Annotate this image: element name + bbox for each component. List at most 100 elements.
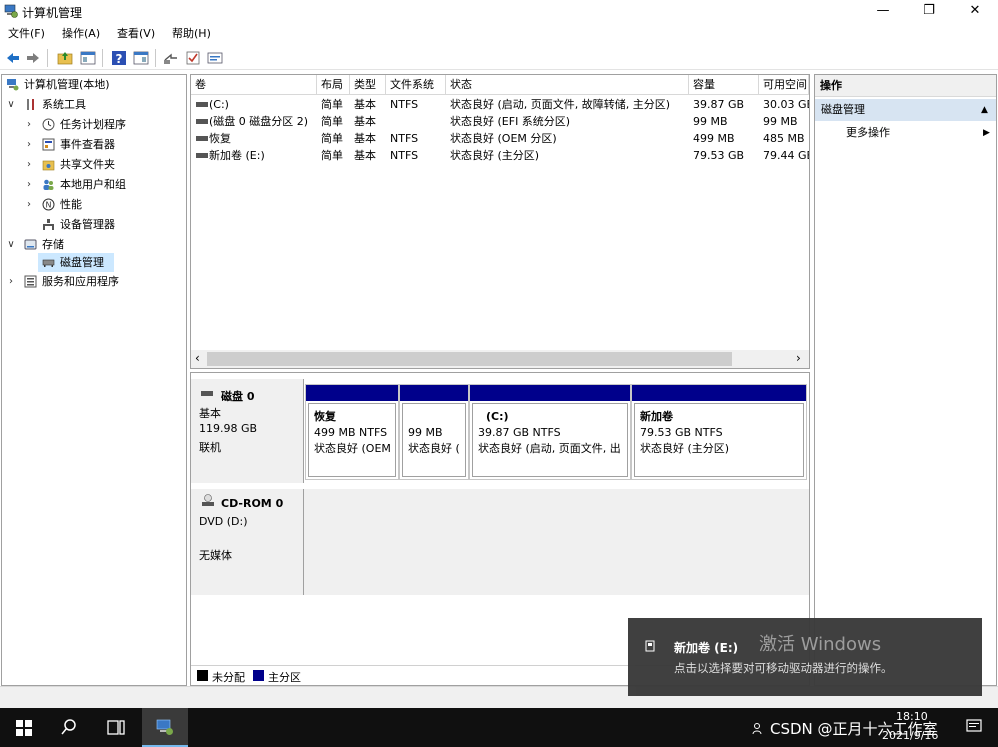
- column-header-status[interactable]: 状态: [446, 75, 689, 95]
- cdrom-0-label[interactable]: CD-ROM 0 DVD (D:) 无媒体: [191, 489, 304, 595]
- menu-action[interactable]: 操作(A): [62, 25, 100, 41]
- section-label: 磁盘管理: [821, 103, 865, 116]
- volume-layout: 简单: [321, 98, 343, 111]
- tree-item-services[interactable]: › 服务和应用程序: [2, 272, 186, 291]
- partition-efi[interactable]: 99 MB 状态良好 (: [399, 384, 469, 480]
- chevron-down-icon[interactable]: ∨: [6, 95, 16, 114]
- tree-item-system-tools[interactable]: ∨ 系统工具: [2, 95, 186, 114]
- notification-icon[interactable]: [966, 719, 982, 735]
- checklist-icon[interactable]: [185, 50, 201, 66]
- tree-item-local-users[interactable]: › 本地用户和组: [2, 175, 186, 194]
- partition-c[interactable]: (C:) 39.87 GB NTFS 状态良好 (启动, 页面文件, 出: [469, 384, 631, 480]
- menu-view[interactable]: 查看(V): [117, 25, 155, 41]
- console-icon[interactable]: [207, 50, 223, 66]
- scroll-right-icon[interactable]: ›: [796, 351, 801, 365]
- chevron-right-icon[interactable]: ›: [24, 195, 34, 214]
- column-header-capacity[interactable]: 容量: [689, 75, 759, 95]
- column-header-free-space[interactable]: 可用空间: [759, 75, 809, 95]
- tree-item-device-manager[interactable]: 设备管理器: [2, 215, 186, 234]
- performance-icon: N: [42, 198, 55, 211]
- windows-start-icon[interactable]: [16, 720, 32, 736]
- volume-layout: 简单: [321, 132, 343, 145]
- volume-filesystem: [386, 113, 446, 130]
- column-header-filesystem[interactable]: 文件系统: [386, 75, 446, 95]
- scrollbar-thumb[interactable]: [207, 352, 732, 366]
- table-row[interactable]: 新加卷 (E:) 简单 基本 NTFS 状态良好 (主分区) 79.53 GB …: [191, 147, 809, 164]
- chevron-right-icon[interactable]: ›: [6, 272, 16, 291]
- tree-item-event-viewer[interactable]: › 事件查看器: [2, 135, 186, 154]
- taskbar-app-computer-management[interactable]: [142, 708, 188, 747]
- partition-size: 99 MB: [408, 426, 443, 439]
- collapse-up-icon[interactable]: ▲: [981, 99, 988, 121]
- more-actions-item[interactable]: 更多操作 ▶: [815, 123, 996, 143]
- clock-time[interactable]: 18:10: [896, 710, 928, 723]
- tree-item-task-scheduler[interactable]: › 任务计划程序: [2, 115, 186, 134]
- volume-name: 新加卷 (E:): [209, 149, 265, 162]
- scroll-left-icon[interactable]: ‹: [195, 351, 200, 365]
- disk-name: 磁盘 0: [221, 390, 255, 403]
- tree-item-disk-management[interactable]: 磁盘管理: [38, 253, 114, 272]
- tree-label: 磁盘管理: [60, 256, 104, 269]
- people-icon[interactable]: [752, 721, 766, 735]
- tree-item-performance[interactable]: › N 性能: [2, 195, 186, 214]
- navigation-tree: 计算机管理(本地) ∨ 系统工具 › 任务计划程序 › 事件查看器 › 共享文件…: [1, 74, 187, 686]
- partition-size: 39.87 GB NTFS: [478, 426, 561, 439]
- tree-label: 服务和应用程序: [42, 275, 119, 288]
- properties-icon[interactable]: [133, 50, 149, 66]
- tree-item-shared-folders[interactable]: › 共享文件夹: [2, 155, 186, 174]
- disk-0-label[interactable]: 磁盘 0 基本 119.98 GB 联机: [191, 379, 304, 483]
- volume-status: 状态良好 (启动, 页面文件, 故障转储, 主分区): [450, 98, 671, 111]
- primary-swatch: [253, 670, 264, 681]
- table-row[interactable]: (C:) 简单 基本 NTFS 状态良好 (启动, 页面文件, 故障转储, 主分…: [191, 96, 809, 113]
- volume-type: 基本: [354, 98, 376, 111]
- export-icon[interactable]: [163, 50, 179, 66]
- volume-layout: 简单: [321, 115, 343, 128]
- partition-recovery[interactable]: 恢复 499 MB NTFS 状态良好 (OEM: [305, 384, 399, 480]
- unallocated-swatch: [197, 670, 208, 681]
- column-header-type[interactable]: 类型: [350, 75, 386, 95]
- computer-management-icon: [7, 79, 19, 91]
- volume-free-space: 30.03 GB: [763, 98, 809, 111]
- partition-size: 499 MB NTFS: [314, 426, 388, 439]
- minimize-button[interactable]: —: [860, 0, 906, 22]
- up-folder-icon[interactable]: [57, 50, 73, 66]
- chevron-right-icon[interactable]: ›: [24, 135, 34, 154]
- show-tree-icon[interactable]: [80, 50, 96, 66]
- tree-item-root[interactable]: 计算机管理(本地): [2, 75, 186, 94]
- maximize-button[interactable]: ❐: [906, 0, 952, 22]
- partition-e[interactable]: 新加卷 79.53 GB NTFS 状态良好 (主分区): [631, 384, 807, 480]
- toast-notification[interactable]: 新加卷 (E:) 激活 Windows 点击以选择要对可移动驱动器进行的操作。: [628, 618, 982, 696]
- menu-file[interactable]: 文件(F): [8, 25, 45, 41]
- partition-name: 恢复: [314, 410, 336, 423]
- chevron-right-icon[interactable]: ›: [24, 175, 34, 194]
- search-icon[interactable]: [61, 719, 77, 736]
- column-header-volume[interactable]: 卷: [191, 75, 317, 95]
- event-log-icon: [42, 138, 55, 151]
- actions-section-disk-management[interactable]: 磁盘管理 ▲: [815, 99, 996, 121]
- computer-management-icon: [156, 719, 173, 735]
- disk-icon: [42, 259, 55, 267]
- table-row[interactable]: (磁盘 0 磁盘分区 2) 简单 基本 状态良好 (EFI 系统分区) 99 M…: [191, 113, 809, 130]
- help-icon[interactable]: ?: [111, 50, 127, 66]
- tree-label: 事件查看器: [60, 138, 115, 151]
- storage-icon: [24, 239, 37, 250]
- chevron-down-icon[interactable]: ∨: [6, 235, 16, 254]
- back-arrow-icon[interactable]: [5, 50, 21, 66]
- chevron-right-icon[interactable]: ›: [24, 115, 34, 134]
- clock-date[interactable]: 2021/9/16: [882, 729, 938, 742]
- submenu-arrow-icon: ▶: [983, 128, 990, 138]
- table-row[interactable]: 恢复 简单 基本 NTFS 状态良好 (OEM 分区) 499 MB 485 M…: [191, 130, 809, 147]
- horizontal-scrollbar[interactable]: ‹ ›: [191, 350, 809, 368]
- column-header-layout[interactable]: 布局: [317, 75, 350, 95]
- volume-filesystem: NTFS: [390, 132, 419, 145]
- disk-type: 基本: [199, 407, 221, 420]
- menu-help[interactable]: 帮助(H): [172, 25, 211, 41]
- forward-arrow-icon[interactable]: [25, 50, 41, 66]
- task-view-icon[interactable]: [107, 720, 125, 735]
- window-title: 计算机管理: [22, 6, 83, 20]
- close-button[interactable]: ✕: [952, 0, 998, 22]
- svg-text:N: N: [46, 201, 52, 210]
- chevron-right-icon[interactable]: ›: [24, 155, 34, 174]
- tree-item-storage[interactable]: ∨ 存储: [2, 235, 186, 254]
- usb-drive-icon: [645, 640, 655, 652]
